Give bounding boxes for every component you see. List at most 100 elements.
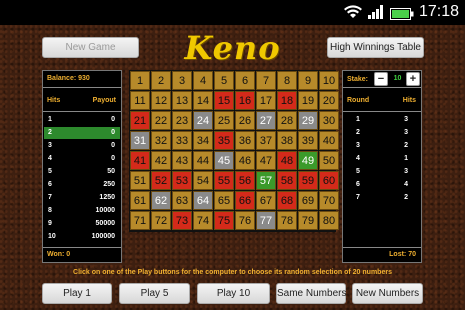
round-number: 2 xyxy=(356,129,360,136)
new-numbers-button[interactable]: New Numbers xyxy=(352,283,423,304)
number-cell-28[interactable]: 28 xyxy=(277,111,297,130)
number-cell-34[interactable]: 34 xyxy=(193,131,213,150)
number-cell-61[interactable]: 61 xyxy=(130,191,150,210)
number-cell-80[interactable]: 80 xyxy=(319,211,339,230)
number-cell-10[interactable]: 10 xyxy=(319,71,339,90)
number-cell-8[interactable]: 8 xyxy=(277,71,297,90)
new-game-button[interactable]: New Game xyxy=(42,37,139,58)
number-cell-7[interactable]: 7 xyxy=(256,71,276,90)
number-cell-79[interactable]: 79 xyxy=(298,211,318,230)
round-hits: 2 xyxy=(404,142,408,149)
number-cell-53[interactable]: 53 xyxy=(172,171,192,190)
number-cell-50[interactable]: 50 xyxy=(319,151,339,170)
number-cell-23[interactable]: 23 xyxy=(172,111,192,130)
rounds-panel: Stake: Round Hits 13233241536472 Lost: 7… xyxy=(342,70,422,263)
number-cell-60[interactable]: 60 xyxy=(319,171,339,190)
number-cell-15[interactable]: 15 xyxy=(214,91,234,110)
number-cell-6[interactable]: 6 xyxy=(235,71,255,90)
number-cell-21[interactable]: 21 xyxy=(130,111,150,130)
round-row: 53 xyxy=(344,166,420,178)
play-5-button[interactable]: Play 5 xyxy=(119,283,190,304)
round-hits: 3 xyxy=(404,129,408,136)
number-cell-29[interactable]: 29 xyxy=(298,111,318,130)
number-cell-65[interactable]: 65 xyxy=(214,191,234,210)
number-cell-71[interactable]: 71 xyxy=(130,211,150,230)
number-cell-12[interactable]: 12 xyxy=(151,91,171,110)
number-cell-35[interactable]: 35 xyxy=(214,131,234,150)
number-cell-16[interactable]: 16 xyxy=(235,91,255,110)
number-cell-55[interactable]: 55 xyxy=(214,171,234,190)
number-cell-75[interactable]: 75 xyxy=(214,211,234,230)
number-cell-38[interactable]: 38 xyxy=(277,131,297,150)
number-cell-11[interactable]: 11 xyxy=(130,91,150,110)
same-numbers-button[interactable]: Same Numbers xyxy=(276,283,346,304)
payout-hits: 10 xyxy=(48,233,56,240)
payout-amount: 1250 xyxy=(99,194,115,201)
number-cell-1[interactable]: 1 xyxy=(130,71,150,90)
number-cell-19[interactable]: 19 xyxy=(298,91,318,110)
play-1-button[interactable]: Play 1 xyxy=(42,283,112,304)
number-cell-58[interactable]: 58 xyxy=(277,171,297,190)
number-cell-46[interactable]: 46 xyxy=(235,151,255,170)
number-cell-67[interactable]: 67 xyxy=(256,191,276,210)
number-cell-3[interactable]: 3 xyxy=(172,71,192,90)
number-cell-25[interactable]: 25 xyxy=(214,111,234,130)
round-hits: 2 xyxy=(404,194,408,201)
number-cell-2[interactable]: 2 xyxy=(151,71,171,90)
number-cell-27[interactable]: 27 xyxy=(256,111,276,130)
number-cell-17[interactable]: 17 xyxy=(256,91,276,110)
play-10-button[interactable]: Play 10 xyxy=(197,283,270,304)
payout-hits: 4 xyxy=(48,155,52,162)
number-cell-69[interactable]: 69 xyxy=(298,191,318,210)
number-cell-22[interactable]: 22 xyxy=(151,111,171,130)
number-cell-9[interactable]: 9 xyxy=(298,71,318,90)
number-cell-32[interactable]: 32 xyxy=(151,131,171,150)
number-cell-24[interactable]: 24 xyxy=(193,111,213,130)
stake-decrease-button[interactable]: − xyxy=(374,72,388,86)
number-cell-70[interactable]: 70 xyxy=(319,191,339,210)
round-hits: 1 xyxy=(404,155,408,162)
number-cell-78[interactable]: 78 xyxy=(277,211,297,230)
number-cell-59[interactable]: 59 xyxy=(298,171,318,190)
number-cell-36[interactable]: 36 xyxy=(235,131,255,150)
signal-icon xyxy=(368,5,386,24)
number-cell-20[interactable]: 20 xyxy=(319,91,339,110)
number-cell-45[interactable]: 45 xyxy=(214,151,234,170)
number-cell-54[interactable]: 54 xyxy=(193,171,213,190)
number-cell-4[interactable]: 4 xyxy=(193,71,213,90)
number-cell-40[interactable]: 40 xyxy=(319,131,339,150)
stake-increase-button[interactable]: + xyxy=(406,72,420,86)
number-cell-64[interactable]: 64 xyxy=(193,191,213,210)
number-cell-62[interactable]: 62 xyxy=(151,191,171,210)
number-cell-5[interactable]: 5 xyxy=(214,71,234,90)
number-cell-13[interactable]: 13 xyxy=(172,91,192,110)
number-cell-76[interactable]: 76 xyxy=(235,211,255,230)
number-cell-56[interactable]: 56 xyxy=(235,171,255,190)
number-cell-52[interactable]: 52 xyxy=(151,171,171,190)
number-cell-57[interactable]: 57 xyxy=(256,171,276,190)
number-cell-37[interactable]: 37 xyxy=(256,131,276,150)
number-cell-39[interactable]: 39 xyxy=(298,131,318,150)
number-cell-74[interactable]: 74 xyxy=(193,211,213,230)
number-cell-48[interactable]: 48 xyxy=(277,151,297,170)
number-cell-26[interactable]: 26 xyxy=(235,111,255,130)
number-cell-47[interactable]: 47 xyxy=(256,151,276,170)
number-cell-68[interactable]: 68 xyxy=(277,191,297,210)
number-cell-77[interactable]: 77 xyxy=(256,211,276,230)
number-cell-31[interactable]: 31 xyxy=(130,131,150,150)
high-winnings-table-button[interactable]: High Winnings Table xyxy=(327,37,424,58)
number-cell-66[interactable]: 66 xyxy=(235,191,255,210)
number-cell-14[interactable]: 14 xyxy=(193,91,213,110)
number-cell-30[interactable]: 30 xyxy=(319,111,339,130)
number-cell-51[interactable]: 51 xyxy=(130,171,150,190)
number-cell-73[interactable]: 73 xyxy=(172,211,192,230)
number-cell-49[interactable]: 49 xyxy=(298,151,318,170)
number-cell-43[interactable]: 43 xyxy=(172,151,192,170)
number-cell-63[interactable]: 63 xyxy=(172,191,192,210)
number-cell-44[interactable]: 44 xyxy=(193,151,213,170)
number-cell-72[interactable]: 72 xyxy=(151,211,171,230)
number-cell-42[interactable]: 42 xyxy=(151,151,171,170)
number-cell-41[interactable]: 41 xyxy=(130,151,150,170)
number-cell-33[interactable]: 33 xyxy=(172,131,192,150)
number-cell-18[interactable]: 18 xyxy=(277,91,297,110)
